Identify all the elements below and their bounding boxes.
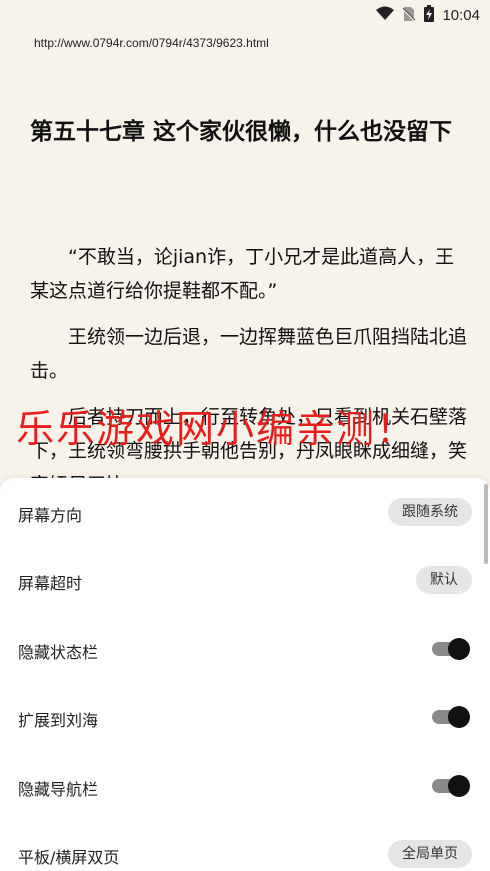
setting-hide-nav-bar[interactable]: 隐藏导航栏 bbox=[0, 752, 490, 820]
paragraph: “不敢当，论jian诈，丁小兄才是此道高人，王某这点道行给你提鞋都不配。” bbox=[30, 246, 455, 302]
setting-label: 隐藏导航栏 bbox=[18, 780, 99, 799]
hide-nav-bar-toggle[interactable] bbox=[432, 775, 470, 797]
setting-label: 屏幕方向 bbox=[18, 506, 83, 525]
status-icons: 10:04 bbox=[376, 5, 480, 26]
screen-timeout-chip[interactable]: 默认 bbox=[416, 566, 472, 594]
battery-charging-icon bbox=[424, 5, 435, 26]
settings-sheet: 屏幕方向 跟随系统 屏幕超时 默认 隐藏状态栏 扩展到刘海 隐藏导航栏 平板/横… bbox=[0, 478, 490, 871]
tablet-dual-page-chip[interactable]: 全局单页 bbox=[388, 840, 472, 868]
page-url: http://www.0794r.com/0794r/4373/9623.htm… bbox=[34, 36, 269, 50]
setting-extend-to-notch[interactable]: 扩展到刘海 bbox=[0, 683, 490, 751]
setting-label: 平板/横屏双页 bbox=[18, 848, 120, 867]
setting-label: 隐藏状态栏 bbox=[18, 643, 99, 662]
chapter-title: 第五十七章 这个家伙很懒，什么也没留下 bbox=[30, 119, 453, 145]
watermark-text: 乐乐游戏网小编亲测！ bbox=[16, 407, 417, 451]
reading-content[interactable]: “不敢当，论jian诈，丁小兄才是此道高人，王某这点道行给你提鞋都不配。” 王统… bbox=[30, 240, 470, 514]
setting-tablet-dual-page[interactable]: 平板/横屏双页 全局单页 bbox=[0, 820, 490, 871]
switch-thumb bbox=[448, 706, 470, 728]
wifi-icon bbox=[376, 6, 395, 25]
setting-hide-status-bar[interactable]: 隐藏状态栏 bbox=[0, 615, 490, 683]
setting-screen-orientation[interactable]: 屏幕方向 跟随系统 bbox=[0, 478, 490, 546]
setting-label: 屏幕超时 bbox=[18, 574, 83, 593]
switch-thumb bbox=[448, 638, 470, 660]
setting-label: 扩展到刘海 bbox=[18, 711, 99, 730]
extend-to-notch-toggle[interactable] bbox=[432, 706, 470, 728]
paragraph: 王统领一边后退，一边挥舞蓝色巨爪阻挡陆北追击。 bbox=[30, 326, 468, 382]
status-bar: 10:04 bbox=[0, 0, 490, 28]
no-signal-icon bbox=[402, 6, 417, 26]
screen-orientation-chip[interactable]: 跟随系统 bbox=[388, 498, 472, 526]
status-time: 10:04 bbox=[442, 7, 480, 24]
hide-status-bar-toggle[interactable] bbox=[432, 638, 470, 660]
setting-screen-timeout[interactable]: 屏幕超时 默认 bbox=[0, 546, 490, 614]
switch-thumb bbox=[448, 775, 470, 797]
